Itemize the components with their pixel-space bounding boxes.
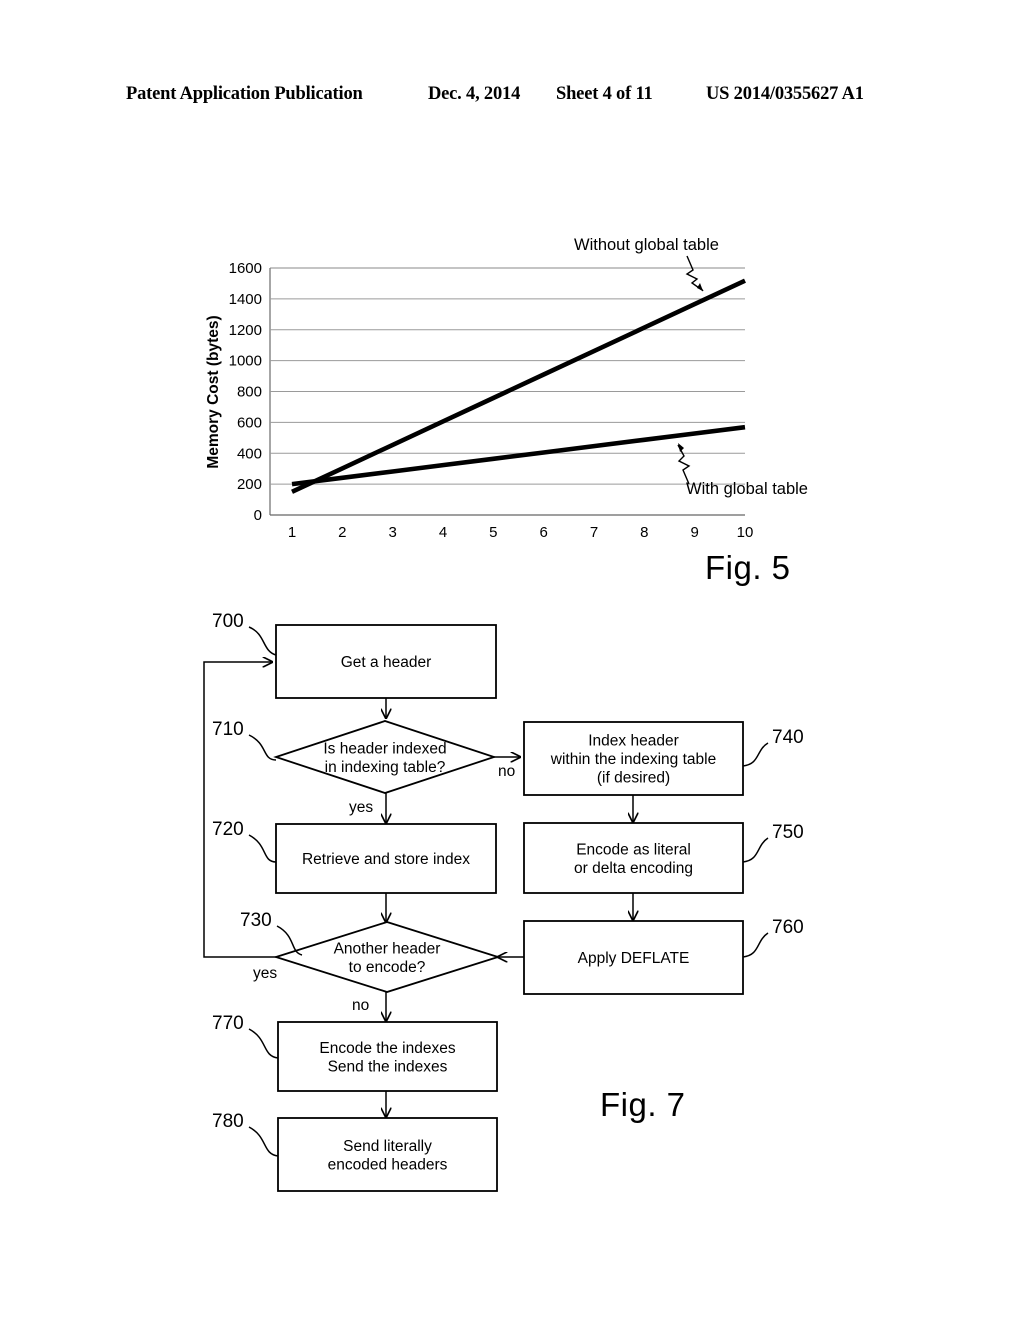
node-740-label: (if desired) — [597, 770, 670, 787]
figure-7: no yes yes no Get a header Is header inde… — [0, 0, 1024, 1320]
ref-number-770: 770 — [212, 1013, 244, 1034]
node-720-label: Retrieve and store index — [302, 851, 470, 868]
ref-leader-770 — [248, 1028, 279, 1059]
header-encoding-flowchart: no yes yes no Get a header Is header inde… — [203, 611, 804, 1192]
ref-leader-740 — [742, 742, 769, 767]
node-740-label: Index header — [588, 733, 679, 750]
ref-number-700: 700 — [212, 611, 244, 632]
node-780-label: encoded headers — [328, 1156, 448, 1173]
ref-leader-780 — [248, 1126, 279, 1157]
ref-number-760: 760 — [772, 917, 804, 938]
ref-leader-750 — [742, 837, 769, 863]
ref-number-750: 750 — [772, 822, 804, 843]
edge-label-710-yes: yes — [349, 799, 373, 816]
node-730-label: Another header — [334, 940, 441, 957]
node-750-label: or delta encoding — [574, 860, 693, 877]
node-700-label: Get a header — [341, 654, 431, 671]
ref-leader-760 — [742, 932, 769, 958]
ref-number-740: 740 — [772, 727, 804, 748]
node-770-label: Send the indexes — [328, 1058, 448, 1075]
ref-leader-720 — [248, 834, 277, 863]
edge-label-730-yes: yes — [253, 965, 277, 982]
node-760-label: Apply DEFLATE — [578, 950, 690, 967]
ref-leader-710 — [248, 734, 277, 761]
node-750-label: Encode as literal — [576, 841, 691, 858]
node-710-label: in indexing table? — [325, 759, 446, 776]
node-740-label: within the indexing table — [550, 751, 716, 768]
edge-label-730-no: no — [352, 997, 369, 1014]
edge-label-710-no: no — [498, 763, 515, 780]
ref-number-720: 720 — [212, 819, 244, 840]
node-730-label: to encode? — [349, 959, 426, 976]
ref-number-780: 780 — [212, 1111, 244, 1132]
ref-number-730: 730 — [240, 910, 272, 931]
ref-leader-700 — [248, 626, 277, 656]
ref-number-710: 710 — [212, 719, 244, 740]
node-770-label: Encode the indexes — [319, 1040, 455, 1057]
figure-7-caption: Fig. 7 — [600, 1086, 686, 1123]
node-780-label: Send literally — [343, 1138, 432, 1155]
node-710-label: Is header indexed — [323, 740, 446, 757]
